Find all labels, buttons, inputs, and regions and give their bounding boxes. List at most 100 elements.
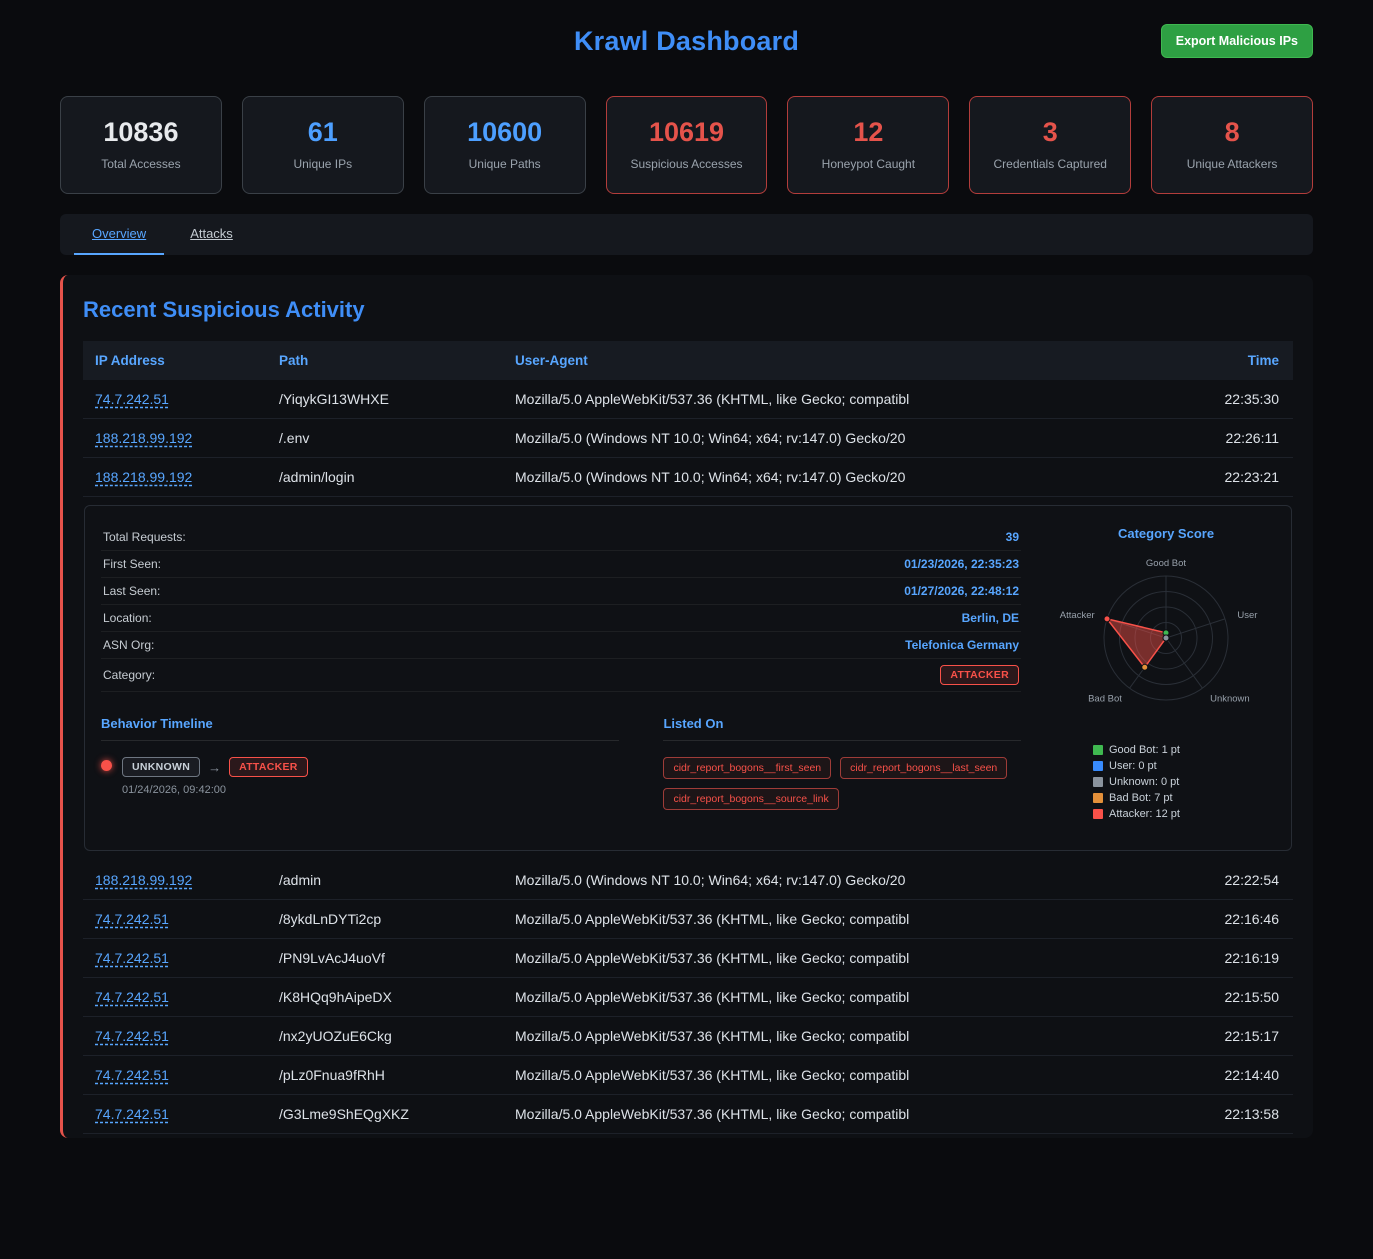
ip-detail-main: Total Requests: 39 First Seen: 01/23/2026, … [101, 524, 1021, 824]
legend-label: Attacker: 12 pt [1109, 808, 1180, 820]
radar-legend-item: Good Bot: 1 pt [1093, 744, 1275, 756]
stat-value: 10600 [433, 117, 577, 148]
detail-field-row: Category:ATTACKER [101, 659, 1021, 692]
table-row[interactable]: 74.7.242.51/pLz0Fnua9fRhHMozilla/5.0 App… [83, 1056, 1293, 1095]
time-cell: 22:15:50 [1163, 978, 1293, 1016]
stats-row: 10836 Total Accesses 61Unique IPs 10600 Uniq… [60, 96, 1313, 194]
table-row[interactable]: 74.7.242.51/YiqykGI13WHXEMozilla/5.0 App… [83, 380, 1293, 419]
timeline-transition: UNKNOWN → ATTACKER [122, 757, 308, 777]
ip-address-link[interactable]: 188.218.99.192 [95, 430, 192, 446]
table-row[interactable]: 188.218.99.192/admin/loginMozilla/5.0 (W… [83, 458, 1293, 497]
detail-field-label: Last Seen: [103, 584, 160, 598]
table-row[interactable]: 74.7.242.51/PN9LvAcJ4uoVfMozilla/5.0 App… [83, 939, 1293, 978]
radar-legend-item: Unknown: 0 pt [1093, 776, 1275, 788]
krawl-dashboard: Krawl Dashboard Export Malicious IPs 108… [0, 0, 1373, 1259]
user-agent-cell: Mozilla/5.0 AppleWebKit/537.36 (KHTML, l… [505, 1095, 1163, 1133]
stat-label: Unique IPs [251, 157, 395, 171]
radar-legend-item: User: 0 pt [1093, 760, 1275, 772]
table-row[interactable]: 74.7.242.51/8ykdLnDYTi2cpMozilla/5.0 App… [83, 900, 1293, 939]
ip-address-link[interactable]: 74.7.242.51 [95, 391, 169, 407]
table-row[interactable]: 74.7.242.51/G3Lme9ShEQgXKZMozilla/5.0 Ap… [83, 1095, 1293, 1134]
timeline-entry: UNKNOWN → ATTACKER 01/24/2026, 09:42:00 [101, 757, 619, 796]
stat-label: Honeypot Caught [796, 157, 940, 171]
ip-address-link[interactable]: 74.7.242.51 [95, 950, 169, 966]
listed-on-badge[interactable]: cidr_report_bogons__first_seen [663, 757, 831, 779]
detail-field-value: 01/23/2026, 22:35:23 [904, 557, 1019, 571]
table-row[interactable]: 188.218.99.192 /.envMozilla/5.0 (Windows … [83, 419, 1293, 458]
user-agent-cell: Mozilla/5.0 AppleWebKit/537.36 (KHTML, l… [505, 380, 1163, 418]
ip-address-link[interactable]: 74.7.242.51 [95, 1028, 169, 1044]
tab-overview[interactable]: Overview [74, 214, 164, 255]
export-malicious-ips-button[interactable]: Export Malicious IPs [1161, 24, 1313, 58]
listed-on-section: Listed On cidr_report_bogons__first_seen… [663, 716, 1021, 810]
ip-cell: 188.218.99.192 [83, 419, 269, 457]
table-row[interactable]: 74.7.242.51/K8HQq9hAipeDXMozilla/5.0 App… [83, 978, 1293, 1017]
stat-value: 10619 [615, 117, 759, 148]
path-cell: /.env [269, 419, 505, 457]
path-cell: /pLz0Fnua9fRhH [269, 1056, 505, 1094]
legend-swatch [1093, 793, 1103, 803]
category-score-chart-column: Category Score Good BotUserUnknownBad Bo… [1057, 524, 1275, 824]
detail-field-label: First Seen: [103, 557, 161, 571]
stat-value: 8 [1160, 117, 1304, 148]
ip-address-link[interactable]: 188.218.99.192 [95, 872, 192, 888]
svg-text:Attacker: Attacker [1060, 610, 1095, 621]
ip-cell: 74.7.242.51 [83, 380, 269, 418]
timeline-timestamp: 01/24/2026, 09:42:00 [122, 784, 308, 796]
table-row[interactable]: 74.7.242.51/nx2yUOZuE6CkgMozilla/5.0 App… [83, 1017, 1293, 1056]
legend-label: Bad Bot: 7 pt [1109, 792, 1173, 804]
timeline-to-badge: ATTACKER [229, 757, 308, 777]
detail-field-label: Total Requests: [103, 530, 186, 544]
time-cell: 22:26:11 [1163, 419, 1293, 457]
listed-on-title: Listed On [663, 716, 1021, 741]
path-cell: /G3Lme9ShEQgXKZ [269, 1095, 505, 1133]
stat-value: 10836 [69, 117, 213, 148]
ip-cell: 188.218.99.192 [83, 861, 269, 899]
stat-card-unique-ips: 61Unique IPs [242, 96, 404, 194]
page-title: Krawl Dashboard [60, 26, 1313, 57]
ip-cell: 74.7.242.51 [83, 1056, 269, 1094]
ip-cell: 74.7.242.51 [83, 978, 269, 1016]
recent-suspicious-activity-panel: Recent Suspicious Activity IP Address Pa… [60, 275, 1313, 1138]
timeline-body: UNKNOWN → ATTACKER 01/24/2026, 09:42:00 [122, 757, 308, 796]
detail-field-label: Location: [103, 611, 152, 625]
time-cell: 22:22:54 [1163, 861, 1293, 899]
ip-address-link[interactable]: 188.218.99.192 [95, 469, 192, 485]
ip-address-link[interactable]: 74.7.242.51 [95, 1106, 169, 1122]
ip-cell: 74.7.242.51 [83, 900, 269, 938]
col-header-time: Time [1163, 341, 1293, 380]
stat-label: Suspicious Accesses [615, 157, 759, 171]
listed-on-badge[interactable]: cidr_report_bogons__last_seen [840, 757, 1007, 779]
ip-cell: 188.218.99.192 [83, 458, 269, 496]
radar-chart-title: Category Score [1057, 526, 1275, 541]
radar-legend-item: Attacker: 12 pt [1093, 808, 1275, 820]
user-agent-cell: Mozilla/5.0 AppleWebKit/537.36 (KHTML, l… [505, 1017, 1163, 1055]
behavior-timeline-section: Behavior Timeline UNKNOWN → ATTACKER [101, 716, 619, 810]
user-agent-cell: Mozilla/5.0 (Windows NT 10.0; Win64; x64… [505, 419, 1163, 457]
tab-bar: Overview Attacks [60, 214, 1313, 255]
ip-address-link[interactable]: 74.7.242.51 [95, 1067, 169, 1083]
arrow-right-icon: → [208, 760, 221, 775]
listed-on-badge[interactable]: cidr_report_bogons__source_link [663, 788, 838, 810]
table-row[interactable]: 188.218.99.192/adminMozilla/5.0 (Windows… [83, 861, 1293, 900]
ip-address-link[interactable]: 74.7.242.51 [95, 911, 169, 927]
ip-address-link[interactable]: 74.7.242.51 [95, 989, 169, 1005]
detail-field-value: Telefonica Germany [905, 638, 1019, 652]
time-cell: 22:13:58 [1163, 1095, 1293, 1133]
path-cell: /PN9LvAcJ4uoVf [269, 939, 505, 977]
col-header-path: Path [269, 341, 505, 380]
path-cell: /nx2yUOZuE6Ckg [269, 1017, 505, 1055]
col-header-user-agent: User-Agent [505, 341, 1163, 380]
time-cell: 22:23:21 [1163, 458, 1293, 496]
detail-field-value: 39 [1006, 530, 1019, 544]
timeline-dot-icon [101, 760, 112, 771]
detail-field-row: Last Seen:01/27/2026, 22:48:12 [101, 578, 1021, 605]
ip-detail-panel: Total Requests: 39 First Seen: 01/23/2026, … [84, 505, 1292, 851]
stat-label: Total Accesses [69, 157, 213, 171]
svg-text:User: User [1237, 610, 1257, 621]
radar-legend: Good Bot: 1 pt User: 0 pt Unknown: 0 pt Bad… [1057, 744, 1275, 820]
legend-swatch [1093, 761, 1103, 771]
tab-attacks[interactable]: Attacks [172, 214, 251, 255]
legend-label: Good Bot: 1 pt [1109, 744, 1180, 756]
user-agent-cell: Mozilla/5.0 AppleWebKit/537.36 (KHTML, l… [505, 1056, 1163, 1094]
